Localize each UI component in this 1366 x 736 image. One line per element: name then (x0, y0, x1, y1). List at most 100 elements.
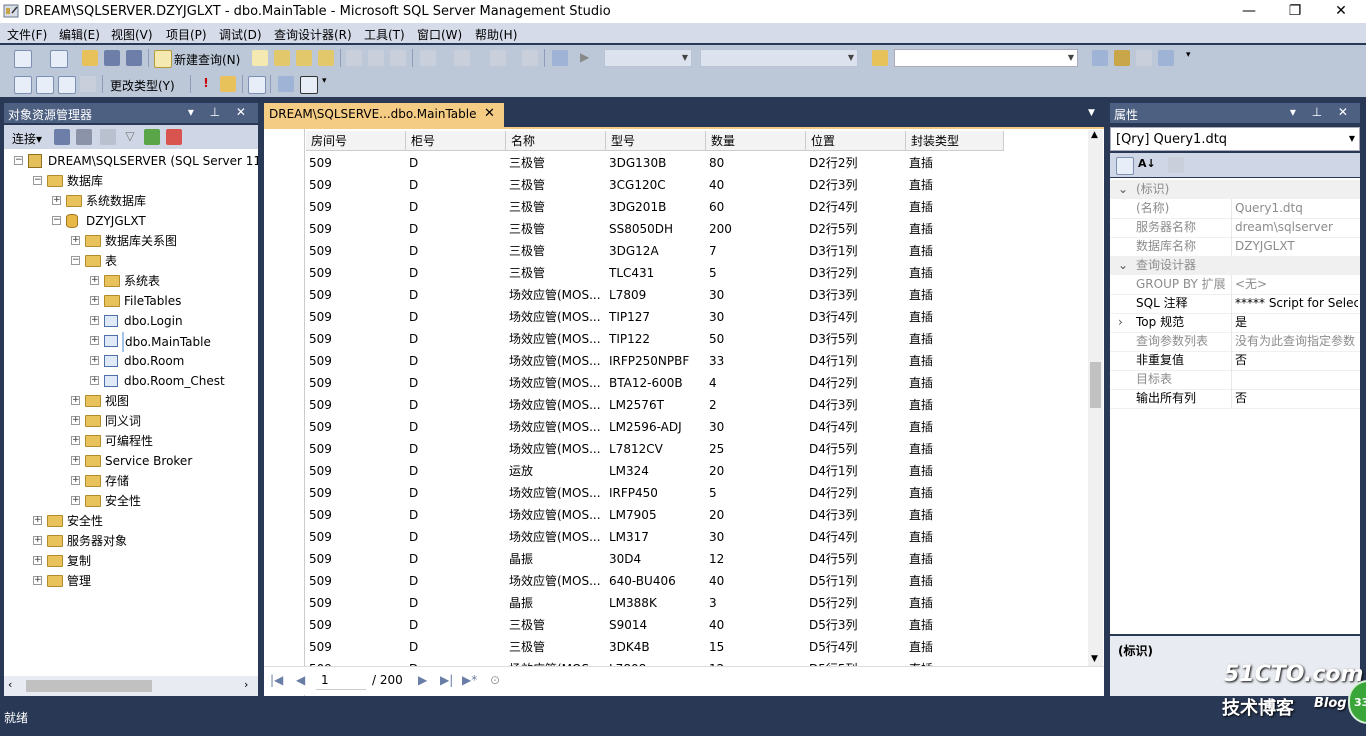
table-cell-package[interactable]: 直插 (906, 636, 1003, 658)
table-cell-chest[interactable]: D (406, 570, 505, 592)
stop-record-icon[interactable]: ⊙ (490, 673, 500, 687)
table-row[interactable]: 509 D 场效应管(MOS... LM2596-ADJ 30 D4行4列 直插 (306, 416, 1004, 438)
last-record-icon[interactable]: ▶| (440, 673, 453, 687)
expand-icon[interactable]: + (33, 556, 42, 565)
table-cell-position[interactable]: D4行2列 (806, 372, 905, 394)
table-row[interactable]: 509 D 场效应管(MOS... IRFP450 5 D4行2列 直插 (306, 482, 1004, 504)
scrollbar-thumb[interactable] (1090, 362, 1101, 408)
add-item-icon[interactable] (50, 50, 68, 68)
table-cell-package[interactable]: 直插 (906, 284, 1003, 306)
tab-list-chevron-icon[interactable]: ▼ (1088, 108, 1095, 118)
table-cell-position[interactable]: D4行5列 (806, 438, 905, 460)
table-cell-qty[interactable]: 7 (706, 240, 805, 262)
property-row[interactable]: GROUP BY 扩展 <无> (1110, 275, 1360, 295)
table-row[interactable]: 509 D 场效应管(MOS... LM2576T 2 D4行3列 直插 (306, 394, 1004, 416)
table-cell-package[interactable]: 直插 (906, 372, 1003, 394)
table-cell-package[interactable]: 直插 (906, 416, 1003, 438)
table-cell-name[interactable]: 三极管 (506, 196, 605, 218)
collapse-icon[interactable]: ⌄ (1118, 180, 1128, 199)
properties-window-icon[interactable] (1114, 50, 1130, 66)
group-by-icon[interactable] (248, 76, 266, 94)
previous-record-icon[interactable]: ◀ (296, 673, 305, 687)
property-category[interactable]: ⌄ 查询设计器 (1110, 256, 1360, 275)
table-cell-qty[interactable]: 30 (706, 306, 805, 328)
table-cell-room[interactable]: 509 (306, 548, 405, 570)
table-cell-qty[interactable]: 50 (706, 328, 805, 350)
table-cell-qty[interactable]: 3 (706, 592, 805, 614)
property-row[interactable]: SQL 注释 ***** Script for SelectTo (1110, 294, 1360, 314)
table-cell-chest[interactable]: D (406, 196, 505, 218)
panel-header-buttons[interactable]: ▾ ⊥ ✕ (1290, 105, 1354, 119)
table-cell-name[interactable]: 三极管 (506, 614, 605, 636)
table-cell-model[interactable]: LM317 (606, 526, 705, 548)
table-cell-name[interactable]: 三极管 (506, 262, 605, 284)
table-cell-room[interactable]: 509 (306, 614, 405, 636)
table-cell-room[interactable]: 509 (306, 438, 405, 460)
table-cell-room[interactable]: 509 (306, 592, 405, 614)
categorized-icon[interactable] (1116, 157, 1134, 175)
table-cell-model[interactable]: L7809 (606, 284, 705, 306)
expand-icon[interactable]: + (71, 456, 80, 465)
table-cell-model[interactable]: 3DG12A (606, 240, 705, 262)
toolbar-options-icon[interactable]: ▾ (1186, 50, 1202, 66)
table-row[interactable]: 509 D 三极管 3CG120C 40 D2行3列 直插 (306, 174, 1004, 196)
table-cell-package[interactable]: 直插 (906, 328, 1003, 350)
close-tab-icon[interactable]: ✕ (484, 106, 495, 121)
menu-debug[interactable]: 调试(D) (219, 26, 262, 43)
table-cell-room[interactable]: 509 (306, 240, 405, 262)
table-row[interactable]: 509 D 三极管 3DG12A 7 D3行1列 直插 (306, 240, 1004, 262)
property-value[interactable]: 是 (1235, 313, 1358, 332)
table-cell-model[interactable]: TLC431 (606, 262, 705, 284)
table-cell-package[interactable]: 直插 (906, 548, 1003, 570)
table-cell-model[interactable]: TIP127 (606, 306, 705, 328)
table-cell-room[interactable]: 509 (306, 196, 405, 218)
table-cell-qty[interactable]: 40 (706, 614, 805, 636)
expand-icon[interactable]: + (71, 436, 80, 445)
table-cell-chest[interactable]: D (406, 350, 505, 372)
property-row[interactable]: (名称) Query1.dtq (1110, 199, 1360, 219)
table-cell-chest[interactable]: D (406, 636, 505, 658)
table-cell-package[interactable]: 直插 (906, 460, 1003, 482)
column-header-col-qty[interactable]: 数量 (706, 131, 806, 151)
copy-icon[interactable] (368, 50, 384, 66)
database-engine-query-icon[interactable] (252, 50, 268, 66)
table-cell-room[interactable]: 509 (306, 636, 405, 658)
property-row[interactable]: 输出所有列 否 (1110, 389, 1360, 409)
table-row[interactable]: 509 D 三极管 TLC431 5 D3行2列 直插 (306, 262, 1004, 284)
expand-icon[interactable]: + (71, 236, 80, 245)
table-cell-name[interactable]: 场效应管(MOS... (506, 438, 605, 460)
table-row[interactable]: 509 D 三极管 3DG130B 80 D2行2列 直插 (306, 152, 1004, 174)
expand-icon[interactable]: + (90, 356, 99, 365)
table-cell-package[interactable]: 直插 (906, 218, 1003, 240)
table-cell-model[interactable]: 3DG201B (606, 196, 705, 218)
table-cell-room[interactable]: 509 (306, 152, 405, 174)
table-cell-qty[interactable]: 2 (706, 394, 805, 416)
property-value[interactable]: 否 (1235, 389, 1358, 408)
panel-header-buttons[interactable]: ▾ ⊥ ✕ (188, 105, 252, 119)
expand-icon[interactable]: + (71, 476, 80, 485)
table-cell-position[interactable]: D3行3列 (806, 284, 905, 306)
table-cell-qty[interactable]: 80 (706, 152, 805, 174)
table-cell-model[interactable]: LM2576T (606, 394, 705, 416)
scroll-left-icon[interactable]: ‹ (8, 678, 12, 691)
collapse-icon[interactable]: − (14, 156, 23, 165)
table-cell-package[interactable]: 直插 (906, 196, 1003, 218)
table-cell-model[interactable]: LM388K (606, 592, 705, 614)
cut-icon[interactable] (346, 50, 362, 66)
table-cell-position[interactable]: D4行3列 (806, 394, 905, 416)
table-cell-package[interactable]: 直插 (906, 570, 1003, 592)
table-cell-chest[interactable]: D (406, 614, 505, 636)
table-cell-name[interactable]: 晶振 (506, 592, 605, 614)
add-new-derived-table-icon[interactable] (300, 76, 318, 94)
show-results-pane-icon[interactable] (80, 76, 96, 92)
table-cell-package[interactable]: 直插 (906, 262, 1003, 284)
save-all-icon[interactable] (126, 50, 142, 66)
current-record-input[interactable]: 1 (321, 673, 329, 687)
property-value[interactable]: 否 (1235, 351, 1358, 370)
table-cell-chest[interactable]: D (406, 372, 505, 394)
column-header-col-name[interactable]: 名称 (506, 131, 606, 151)
table-cell-model[interactable]: IRFP250NPBF (606, 350, 705, 372)
table-cell-name[interactable]: 场效应管(MOS... (506, 504, 605, 526)
expand-icon[interactable]: + (90, 376, 99, 385)
menu-view[interactable]: 视图(V) (111, 26, 153, 43)
